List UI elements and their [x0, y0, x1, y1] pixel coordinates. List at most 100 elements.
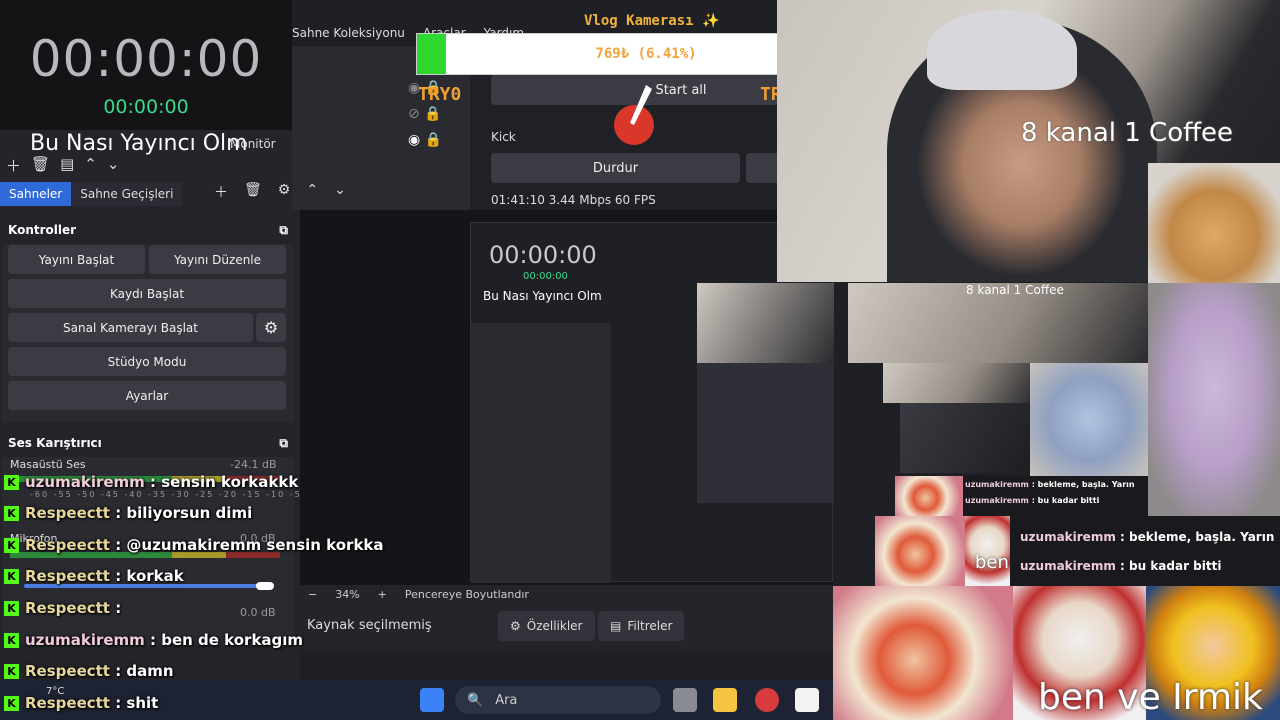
- zoom-in-icon[interactable]: +: [378, 588, 387, 601]
- mini-webcam-2: [883, 363, 1033, 403]
- controls-header: Kontroller ⧉: [2, 217, 294, 244]
- up-icon[interactable]: ⌃: [306, 182, 318, 202]
- up-icon[interactable]: ⌃: [84, 155, 97, 176]
- ponyo-image: [833, 586, 1013, 720]
- overlay-chat-user: uzumakiremm: [1020, 559, 1116, 573]
- task-view-icon[interactable]: [673, 688, 697, 712]
- down-icon[interactable]: ⌄: [334, 182, 346, 202]
- stop-button[interactable]: Durdur: [491, 153, 740, 183]
- add-icon[interactable]: ＋: [214, 182, 228, 202]
- undock-icon[interactable]: ⧉: [279, 436, 288, 451]
- chat-text: Respeectt :: [25, 599, 121, 617]
- mini-chat-msg: : bekleme, başla. Yarın: [1031, 480, 1135, 489]
- filters-button[interactable]: ▤ Filtreler: [598, 611, 685, 641]
- taskbar-search[interactable]: 🔍 Ara: [455, 686, 661, 714]
- mini-chat-user: uzumakiremm: [965, 496, 1029, 505]
- trash-icon[interactable]: 🗑: [31, 155, 50, 176]
- chat-line: Kuzumakiremm : sensin korkakkk: [4, 473, 298, 491]
- kick-icon: K: [4, 600, 19, 616]
- settings-button[interactable]: Ayarlar: [8, 381, 286, 410]
- chat-message: : shit: [109, 694, 159, 712]
- filters-label: Filtreler: [627, 619, 673, 633]
- chat-message: : sensin korkakkk: [144, 473, 299, 491]
- chat-message: : @uzumakiremm sensin korkka: [109, 536, 384, 554]
- edit-stream-button[interactable]: Yayını Düzenle: [149, 245, 286, 274]
- zoom-level: 34%: [335, 587, 360, 601]
- trash-icon[interactable]: 🗑: [244, 182, 262, 202]
- gear-icon[interactable]: ⚙: [256, 313, 286, 342]
- overlay-title: Bu Nası Yayıncı Olm: [30, 131, 248, 156]
- properties-label: Özellikler: [526, 619, 583, 633]
- search-label: Ara: [495, 692, 518, 708]
- filter-icon: ▤: [610, 619, 622, 633]
- start-stream-button[interactable]: Yayını Başlat: [8, 245, 145, 274]
- scene-tabs: Sahneler Sahne Geçişleri: [0, 182, 183, 206]
- stream-cursor-icon: [614, 85, 654, 145]
- chat-username: Respeectt: [25, 599, 110, 617]
- kick-icon: K: [4, 695, 19, 711]
- source-toolbar: ＋ 🗑 ⚙ ⌃ ⌄: [214, 182, 346, 202]
- jiraiya-small: ben: [965, 516, 1010, 586]
- chat-username: uzumakiremm: [25, 473, 145, 491]
- windows-start-icon[interactable]: [420, 688, 444, 712]
- add-icon[interactable]: ＋: [6, 155, 21, 176]
- kick-icon: K: [4, 568, 19, 584]
- mixer-header: Ses Karıştırıcı ⧉: [2, 430, 294, 457]
- source-bar: Kaynak seçilmemiş ⚙ Özellikler ▤ Filtrel…: [300, 603, 833, 649]
- zoom-out-icon[interactable]: −: [308, 588, 317, 601]
- gear-icon: ⚙: [510, 619, 521, 633]
- stream-extra-button[interactable]: [746, 153, 780, 183]
- chat-text: uzumakiremm : ben de korkagım: [25, 631, 303, 649]
- ben-small-text: ben: [975, 552, 1009, 573]
- nested-controls: [471, 323, 611, 583]
- no-source-label: Kaynak seçilmemiş: [307, 618, 432, 633]
- tab-transitions[interactable]: Sahne Geçişleri: [71, 182, 183, 206]
- studio-mode-button[interactable]: Stüdyo Modu: [8, 347, 286, 376]
- opera-icon[interactable]: [755, 688, 779, 712]
- properties-button[interactable]: ⚙ Özellikler: [498, 611, 595, 641]
- preview-zoom-bar: − 34% + Pencereye Boyutlandır: [300, 585, 833, 603]
- virtual-camera-button[interactable]: Sanal Kamerayı Başlat: [8, 313, 253, 342]
- mini-chat-line-2: uzumakiremm : bu kadar bitti: [965, 496, 1099, 505]
- third-db: 0.0 dB: [240, 606, 276, 619]
- chat-message: :: [109, 599, 122, 617]
- chat-message: : korkak: [109, 567, 184, 585]
- start-record-button[interactable]: Kaydı Başlat: [8, 279, 286, 308]
- fit-window-button[interactable]: Pencereye Boyutlandır: [405, 588, 529, 601]
- overlay-chat-user: uzumakiremm: [1020, 530, 1116, 544]
- mixer-title: Ses Karıştırıcı: [8, 436, 102, 450]
- kick-icon: K: [4, 632, 19, 648]
- filter-icon[interactable]: ▤: [60, 155, 74, 176]
- chat-username: Respeectt: [25, 567, 110, 585]
- desktop-audio-label: Masaüstü Ses: [10, 458, 86, 471]
- plush-dog-image: [1148, 163, 1280, 283]
- chat-line: K Respeectt : damn: [4, 662, 174, 680]
- scene-toolbar: ＋ 🗑 ▤ ⌃ ⌄: [6, 155, 119, 176]
- nested-recursion: [697, 363, 834, 503]
- overlay-chat-box: uzumakiremm : bekleme, başla. Yarın uzum…: [1010, 516, 1280, 586]
- mini-chat-msg: : bu kadar bitti: [1031, 496, 1100, 505]
- overlay-chat-msg: : bu kadar bitti: [1120, 559, 1222, 573]
- chat-text: Respeectt : biliyorsun dimi: [25, 504, 252, 522]
- tab-scenes[interactable]: Sahneler: [0, 182, 72, 206]
- chat-line: Kuzumakiremm : ben de korkagım: [4, 631, 303, 649]
- eye-hidden-icon[interactable]: ⊘ 🔒: [408, 106, 442, 122]
- chat-text: Respeectt : damn: [25, 662, 174, 680]
- chat-text: Respeectt : @uzumakiremm sensin korkka: [25, 536, 384, 554]
- kick-icon: K: [4, 474, 19, 490]
- mic-volume-knob[interactable]: [256, 582, 274, 590]
- menu-scene-collection[interactable]: Sahne Koleksiyonu: [292, 26, 405, 46]
- folder-icon[interactable]: [713, 688, 737, 712]
- monitor-label: Monitör: [230, 137, 276, 151]
- eye-icon[interactable]: ◉ 🔒: [408, 132, 442, 148]
- chat-line: K Respeectt :: [4, 599, 121, 617]
- mini-chat-user: uzumakiremm: [965, 480, 1029, 489]
- nested-cam: [697, 283, 834, 363]
- undock-icon[interactable]: ⧉: [279, 223, 288, 238]
- down-icon[interactable]: ⌄: [107, 155, 120, 176]
- timer-sub: 00:00:00: [103, 96, 189, 118]
- notion-icon[interactable]: [795, 688, 819, 712]
- chat-line: K Respeectt : shit: [4, 694, 158, 712]
- desktop-audio-db: -24.1 dB: [230, 458, 277, 471]
- gear-icon[interactable]: ⚙: [278, 182, 291, 202]
